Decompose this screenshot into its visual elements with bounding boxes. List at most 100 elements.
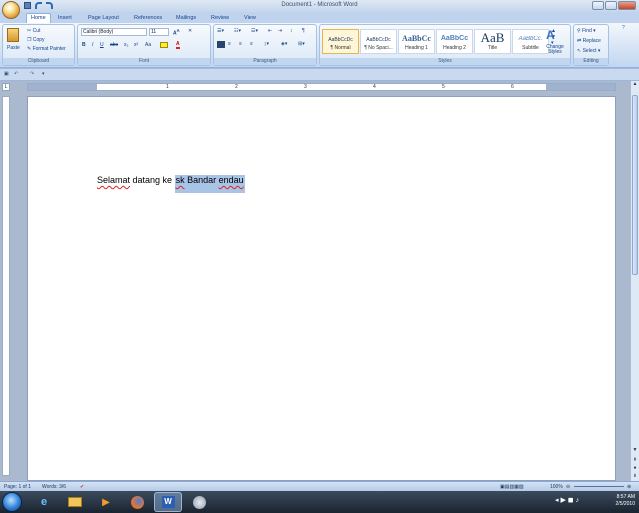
tab-review[interactable]: Review: [211, 13, 229, 23]
ruler-number: 1: [166, 84, 169, 90]
minimize-button[interactable]: [592, 1, 604, 10]
change-styles-button[interactable]: Change Styles: [542, 45, 568, 55]
line-spacing-button[interactable]: ↨▾: [264, 41, 269, 47]
explorer-button[interactable]: [61, 492, 89, 512]
format-painter-button[interactable]: ✎ Format Painter: [27, 46, 66, 52]
clear-format-icon[interactable]: ✕: [188, 28, 192, 34]
font-color-button[interactable]: A: [176, 41, 180, 49]
document-page[interactable]: Selamat datang ke sk Bandar endau: [27, 96, 616, 481]
replace-label: Replace: [582, 38, 601, 44]
style-heading-1-name: Heading 1: [405, 45, 428, 51]
next-page-icon[interactable]: ⇟: [631, 473, 639, 481]
multilevel-list-button[interactable]: ☲▾: [251, 28, 258, 34]
scroll-thumb[interactable]: [632, 95, 638, 275]
document-text[interactable]: Selamat datang ke sk Bandar endau: [97, 175, 245, 193]
save-icon-small[interactable]: ▣: [4, 71, 9, 77]
replace-icon: ⇄: [577, 38, 582, 44]
misspelled-word[interactable]: sk: [176, 175, 185, 185]
clock[interactable]: 8:57 AM 2/5/2010: [616, 494, 635, 508]
tab-view[interactable]: View: [244, 13, 256, 23]
align-left-icon[interactable]: [217, 41, 225, 48]
zoom-slider[interactable]: [574, 486, 624, 487]
style-subtitle-sample: AaBbCc.: [518, 36, 543, 42]
redo-icon-small[interactable]: ↷: [30, 71, 34, 77]
align-right-icon[interactable]: ≡: [239, 41, 242, 47]
style-no-spacing[interactable]: AaBbCcDc ¶ No Spaci...: [360, 29, 397, 54]
paragraph-label: Paragraph: [214, 58, 316, 65]
style-heading-1[interactable]: AaBbCc Heading 1: [398, 29, 435, 54]
change-styles-icon[interactable]: A: [546, 28, 555, 42]
superscript-button[interactable]: x²: [134, 42, 138, 48]
find-button[interactable]: ⚲ Find ▾: [577, 28, 596, 34]
highlight-icon[interactable]: [160, 42, 168, 48]
selected-text[interactable]: sk Bandar endau: [174, 175, 245, 193]
replace-button[interactable]: ⇄ Replace: [577, 38, 601, 44]
zoom-level[interactable]: 100%: [550, 484, 563, 490]
scroll-up-icon[interactable]: ▲: [631, 81, 639, 89]
increase-indent-button[interactable]: ⇥: [278, 28, 282, 34]
vertical-ruler[interactable]: [2, 96, 10, 476]
media-player-button[interactable]: ▶: [92, 492, 120, 512]
borders-button[interactable]: ⊞▾: [298, 41, 305, 47]
start-button[interactable]: [2, 492, 22, 512]
help-icon[interactable]: ?: [622, 25, 625, 31]
subscript-button[interactable]: x₂: [124, 42, 128, 48]
word-taskbar-button[interactable]: W: [154, 492, 182, 512]
grow-font-button[interactable]: AA: [173, 28, 180, 37]
style-normal[interactable]: AaBbCcDc ¶ Normal: [322, 29, 359, 54]
select-button[interactable]: ↖ Select ▾: [577, 48, 600, 54]
bold-button[interactable]: B: [82, 42, 86, 48]
view-buttons[interactable]: ▣▤▥▦▧: [500, 484, 524, 490]
italic-button[interactable]: I: [92, 42, 93, 48]
font-name-select[interactable]: Calibri (Body): [81, 28, 147, 36]
tab-mailings[interactable]: Mailings: [176, 13, 196, 23]
justify-icon[interactable]: ≡: [250, 41, 253, 47]
browse-object-icon[interactable]: ●: [631, 465, 639, 473]
tab-home[interactable]: Home: [26, 13, 51, 23]
align-center-icon[interactable]: ≡: [228, 41, 231, 47]
tray-icons[interactable]: ◂ ▶ ◼ ♪: [555, 496, 579, 504]
qat-customize-icon[interactable]: ▾: [42, 71, 45, 77]
vertical-scrollbar[interactable]: ▲ ▼ ⇞ ● ⇟: [630, 81, 639, 481]
misspelled-word[interactable]: Selamat: [97, 175, 130, 185]
page-count[interactable]: Page: 1 of 1: [4, 484, 31, 490]
prev-page-icon[interactable]: ⇞: [631, 457, 639, 465]
cut-button[interactable]: ✂ Cut: [27, 28, 40, 34]
bullets-button[interactable]: ☰▾: [217, 28, 224, 34]
strikethrough-button[interactable]: abc: [110, 42, 118, 48]
tab-insert[interactable]: Insert: [58, 13, 72, 23]
proofing-icon[interactable]: ✔: [80, 484, 84, 490]
numbering-button[interactable]: ☷▾: [234, 28, 241, 34]
maximize-button[interactable]: [605, 1, 617, 10]
change-case-button[interactable]: Aa: [145, 42, 151, 48]
paste-icon[interactable]: [7, 28, 19, 42]
copy-button[interactable]: ❐ Copy: [27, 37, 45, 43]
sort-button[interactable]: ↕: [290, 28, 293, 34]
style-title-sample: AaB: [480, 30, 505, 45]
scroll-down-icon[interactable]: ▼: [631, 447, 639, 455]
decrease-indent-button[interactable]: ⇤: [268, 28, 272, 34]
paste-button[interactable]: Paste: [7, 45, 20, 51]
word-count[interactable]: Words: 3/6: [42, 484, 66, 490]
misspelled-word[interactable]: endau: [219, 175, 244, 185]
cursor-icon: ↖: [577, 48, 582, 54]
zoom-out-icon[interactable]: ⊖: [566, 484, 570, 490]
app-taskbar-button[interactable]: [185, 492, 213, 512]
close-button[interactable]: [618, 1, 636, 10]
internet-explorer-button[interactable]: e: [30, 492, 58, 512]
undo-icon-small[interactable]: ↶: [14, 71, 18, 77]
underline-button[interactable]: U: [100, 42, 104, 48]
style-heading-2[interactable]: AaBbCc Heading 2: [436, 29, 473, 54]
tab-selector-button[interactable]: L: [2, 83, 10, 91]
tab-page-layout[interactable]: Page Layout: [88, 13, 119, 23]
word-icon: W: [161, 496, 175, 508]
font-size-select[interactable]: 11: [149, 28, 169, 36]
firefox-button[interactable]: [123, 492, 151, 512]
tab-references[interactable]: References: [134, 13, 162, 23]
show-marks-button[interactable]: ¶: [302, 28, 305, 34]
style-title[interactable]: AaB Title: [474, 29, 511, 54]
horizontal-ruler[interactable]: 1 2 3 4 5 6: [27, 83, 616, 91]
shading-button[interactable]: ◈▾: [281, 41, 287, 47]
office-button[interactable]: [2, 1, 20, 19]
zoom-in-icon[interactable]: ⊕: [627, 484, 631, 490]
